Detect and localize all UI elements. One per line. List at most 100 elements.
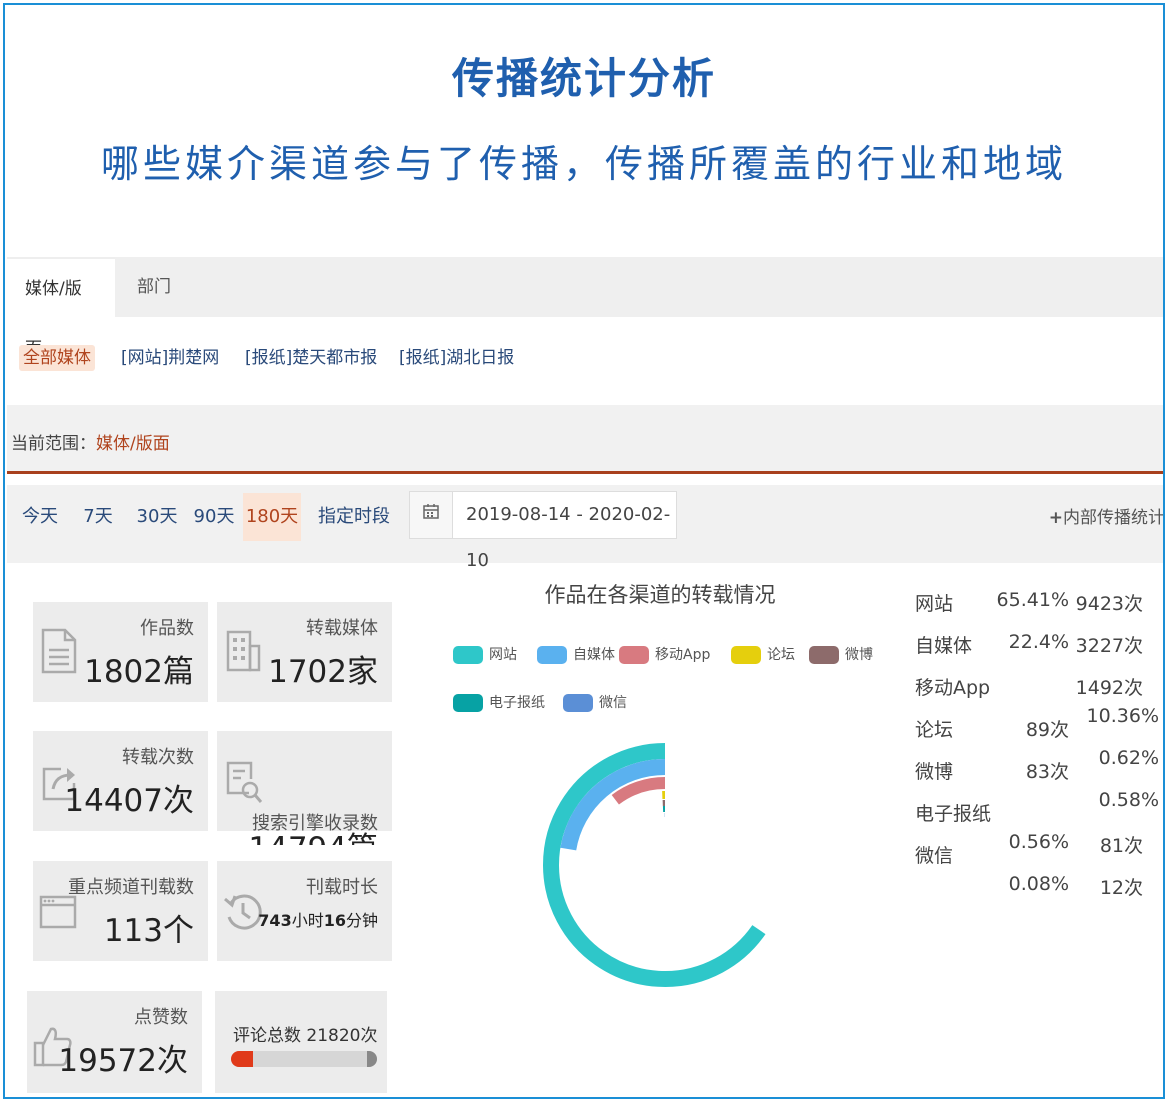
card-key-channel-label: 重点频道刊载数 xyxy=(68,877,194,898)
duration-hours-unit: 小时 xyxy=(291,911,324,930)
filter-hubei-daily[interactable]: [报纸]湖北日报 xyxy=(395,345,518,371)
stats-value-right: 12次 xyxy=(1099,877,1143,899)
card-comments: 评论总数 21820次 xyxy=(215,991,387,1093)
slide-title: 传播统计分析 xyxy=(451,54,716,103)
card-reprint-media: 转载媒体 1702家 xyxy=(217,602,392,702)
chart-title: 作品在各渠道的转载情况 xyxy=(544,583,776,607)
stats-channel-name: 电子报纸 xyxy=(915,803,992,825)
stats-value-left: 89次 xyxy=(1025,719,1069,741)
stats-channel-name: 自媒体 xyxy=(915,635,973,657)
time-today-button[interactable]: 今天 xyxy=(13,493,67,541)
card-duration-value: 743小时16分钟 xyxy=(258,907,378,931)
card-works-value: 1802篇 xyxy=(84,654,194,690)
duration-minutes: 16 xyxy=(323,911,346,930)
stats-channel-name: 微博 xyxy=(915,761,954,783)
legend-item[interactable]: 微博 xyxy=(809,645,873,665)
stats-value-right: 81次 xyxy=(1099,835,1143,857)
history-clock-icon xyxy=(224,894,262,930)
time-180d-button[interactable]: 180天 xyxy=(243,493,301,541)
slide-subtitle: 哪些媒介渠道参与了传播，传播所覆盖的行业和地域 xyxy=(100,142,1067,186)
search-document-icon xyxy=(226,761,263,803)
time-custom-button[interactable]: 指定时段 xyxy=(309,493,399,541)
date-range-picker[interactable]: 2019-08-14 - 2020-02-10 xyxy=(409,491,677,571)
duration-minutes-unit: 分钟 xyxy=(345,911,378,930)
comments-progress-end xyxy=(367,1051,377,1067)
legend-label: 自媒体 xyxy=(573,647,615,663)
card-search-engine-value: 14794篇 xyxy=(248,831,378,845)
scope-label: 当前范围：媒体/版面 xyxy=(11,429,170,454)
time-90d-button[interactable]: 90天 xyxy=(189,493,239,541)
card-comments-label: 评论总数 21820次 xyxy=(233,1026,378,1046)
card-likes: 点赞数 19572次 xyxy=(27,991,202,1093)
card-duration: 刊载时长 743小时16分钟 xyxy=(217,861,392,961)
comments-progress-bar xyxy=(231,1051,377,1067)
stats-channel-name: 网站 xyxy=(915,593,954,615)
stats-percent: 0.62% xyxy=(1098,747,1159,769)
time-30d-button[interactable]: 30天 xyxy=(129,493,185,541)
legend-swatch xyxy=(453,646,483,664)
filter-chutian[interactable]: [报纸]楚天都市报 xyxy=(241,345,381,371)
legend-swatch xyxy=(809,646,839,664)
duration-hours: 743 xyxy=(258,911,292,930)
card-reprint-media-value: 1702家 xyxy=(268,654,378,690)
comments-progress-fill xyxy=(231,1051,253,1067)
legend-swatch xyxy=(731,646,761,664)
legend-label: 网站 xyxy=(489,647,517,663)
tab-media[interactable]: 媒体/版面 xyxy=(7,257,115,359)
legend-label: 论坛 xyxy=(767,647,795,663)
filter-jingchu[interactable]: [网站]荆楚网 xyxy=(117,345,223,371)
card-works: 作品数 1802篇 xyxy=(33,602,208,702)
filter-all-media[interactable]: 全部媒体 xyxy=(19,345,95,371)
slide-frame: 传播统计分析 哪些媒介渠道参与了传播，传播所覆盖的行业和地域 媒体/版面 部门 … xyxy=(3,3,1165,1099)
legend-label: 移动App xyxy=(655,647,711,663)
stats-value-left: 65.41% xyxy=(996,589,1069,611)
legend-swatch xyxy=(537,646,567,664)
time-range-bar: 今天 7天 30天 90天 180天 指定时段 2019-08-14 - 202… xyxy=(7,485,1165,571)
legend-item[interactable]: 移动App xyxy=(619,645,710,665)
stats-channel-name: 移动App xyxy=(915,677,991,699)
legend-label: 微博 xyxy=(845,647,873,663)
ring-chart xyxy=(543,743,766,987)
legend-item[interactable]: 论坛 xyxy=(731,645,795,665)
card-reprint-count-value: 14407次 xyxy=(64,783,194,819)
card-likes-label: 点赞数 xyxy=(134,1007,188,1028)
stats-value-left: 22.4% xyxy=(1008,631,1069,653)
legend-item[interactable]: 自媒体 xyxy=(537,645,615,665)
card-reprint-media-label: 转载媒体 xyxy=(306,618,378,639)
date-range-value: 2019-08-14 - 2020-02-10 xyxy=(466,504,671,571)
stats-value-right: 3227次 xyxy=(1075,635,1143,657)
stats-value-left: 0.56% xyxy=(1008,831,1069,853)
internal-stats-label: 内部传播统计 xyxy=(1063,508,1165,528)
scope-bar: 当前范围：媒体/版面 xyxy=(7,405,1163,474)
building-icon xyxy=(226,630,261,672)
stats-value-left: 83次 xyxy=(1025,761,1069,783)
ring-arc[interactable] xyxy=(611,777,666,805)
scope-value: 媒体/版面 xyxy=(96,434,170,454)
stats-channel-name: 论坛 xyxy=(915,719,954,741)
card-search-engine-overflow: 14794篇 xyxy=(217,831,392,845)
stats-values-column: 65.41% 9423次 22.4% 3227次 1492次 89次 83次 0.56% 81次… xyxy=(985,585,1161,905)
legend-swatch xyxy=(619,646,649,664)
card-likes-value: 19572次 xyxy=(58,1043,188,1079)
card-key-channel: 重点频道刊载数 113个 xyxy=(33,861,208,961)
scope-label-text: 当前范围： xyxy=(11,434,96,454)
card-duration-label: 刊载时长 xyxy=(306,877,378,898)
stats-channel-name: 微信 xyxy=(915,845,954,867)
time-7d-button[interactable]: 7天 xyxy=(73,493,123,541)
stats-percent: 10.36% xyxy=(1086,705,1159,727)
stats-percent: 0.58% xyxy=(1098,789,1159,811)
internal-stats-link[interactable]: +内部传播统计 xyxy=(1048,503,1165,528)
stats-value-right: 1492次 xyxy=(1075,677,1143,699)
document-icon xyxy=(41,628,77,674)
card-search-engine: 搜索引擎收录数 14794篇 xyxy=(217,731,392,845)
plus-icon: + xyxy=(1048,508,1063,528)
card-key-channel-value: 113个 xyxy=(103,913,194,949)
tab-bar: 媒体/版面 部门 xyxy=(7,257,1163,359)
card-reprint-count-label: 转载次数 xyxy=(122,747,194,768)
tab-department[interactable]: 部门 xyxy=(119,257,189,317)
calendar-icon[interactable] xyxy=(410,492,453,538)
card-reprint-count: 转载次数 14407次 xyxy=(33,731,208,831)
card-works-label: 作品数 xyxy=(140,618,194,639)
stats-value-left: 0.08% xyxy=(1008,873,1069,895)
legend-item[interactable]: 网站 xyxy=(453,645,517,665)
